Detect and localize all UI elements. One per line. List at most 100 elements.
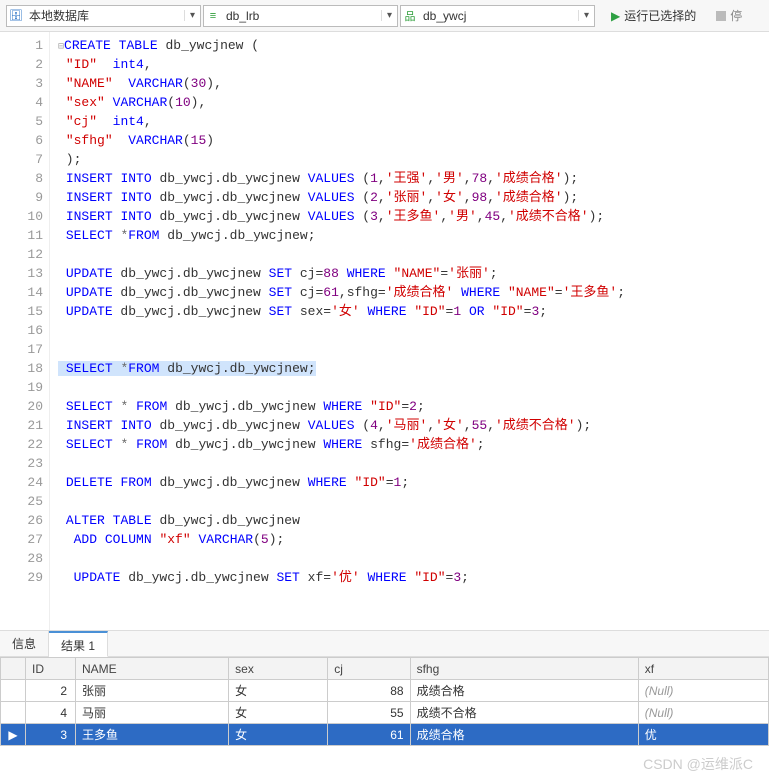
code-line[interactable]: UPDATE db_ywcj.db_ywcjnew SET cj=88 WHER… xyxy=(58,264,769,283)
line-number: 11 xyxy=(0,226,43,245)
line-number: 7 xyxy=(0,150,43,169)
cell[interactable]: 成绩合格 xyxy=(410,680,638,702)
code-line[interactable]: ); xyxy=(58,150,769,169)
cell[interactable]: 61 xyxy=(328,724,410,746)
tab-info[interactable]: 信息 xyxy=(0,631,49,656)
line-number: 17 xyxy=(0,340,43,359)
code-line[interactable] xyxy=(58,321,769,340)
line-number: 21 xyxy=(0,416,43,435)
code-line[interactable]: INSERT INTO db_ywcj.db_ywcjnew VALUES (3… xyxy=(58,207,769,226)
code-line[interactable]: SELECT *FROM db_ywcj.db_ywcjnew; xyxy=(58,359,769,378)
cell[interactable]: 优 xyxy=(638,724,768,746)
results-panel: IDNAMEsexcjsfhgxf 2张丽女88成绩合格(Null)4马丽女55… xyxy=(0,656,769,778)
combo-connection-label: 本地数据库 xyxy=(25,7,184,24)
code-line[interactable]: ALTER TABLE db_ywcj.db_ywcjnew xyxy=(58,511,769,530)
cell[interactable]: 88 xyxy=(328,680,410,702)
database-icon: 🗄 xyxy=(7,9,25,22)
line-gutter: 1234567891011121314151617181920212223242… xyxy=(0,32,50,630)
column-header[interactable]: ID xyxy=(26,658,76,680)
combo-database[interactable]: ≡ db_lrb ▾ xyxy=(203,5,398,27)
code-line[interactable] xyxy=(58,549,769,568)
code-line[interactable]: "sex" VARCHAR(10), xyxy=(58,93,769,112)
column-header[interactable]: cj xyxy=(328,658,410,680)
code-line[interactable] xyxy=(58,245,769,264)
line-number: 25 xyxy=(0,492,43,511)
code-line[interactable]: "ID" int4, xyxy=(58,55,769,74)
code-line[interactable] xyxy=(58,340,769,359)
combo-connection[interactable]: 🗄 本地数据库 ▾ xyxy=(6,5,201,27)
stop-button[interactable]: 停 xyxy=(710,5,748,27)
code-line[interactable]: "cj" int4, xyxy=(58,112,769,131)
line-number: 5 xyxy=(0,112,43,131)
results-table[interactable]: IDNAMEsexcjsfhgxf 2张丽女88成绩合格(Null)4马丽女55… xyxy=(0,657,769,746)
table-row[interactable]: 4马丽女55成绩不合格(Null) xyxy=(1,702,769,724)
code-line[interactable] xyxy=(58,378,769,397)
code-line[interactable]: SELECT * FROM db_ywcj.db_ywcjnew WHERE s… xyxy=(58,435,769,454)
column-header[interactable]: sex xyxy=(229,658,328,680)
cell[interactable]: 马丽 xyxy=(76,702,229,724)
run-selected-button[interactable]: ▶ 运行已选择的 xyxy=(603,5,704,27)
row-marker: ▶ xyxy=(1,724,26,746)
line-number: 9 xyxy=(0,188,43,207)
cell[interactable]: 成绩合格 xyxy=(410,724,638,746)
line-number: 8 xyxy=(0,169,43,188)
code-line[interactable]: INSERT INTO db_ywcj.db_ywcjnew VALUES (2… xyxy=(58,188,769,207)
code-line[interactable]: ⊟CREATE TABLE db_ywcjnew ( xyxy=(58,36,769,55)
code-line[interactable] xyxy=(58,454,769,473)
line-number: 29 xyxy=(0,568,43,587)
column-header[interactable]: NAME xyxy=(76,658,229,680)
chevron-down-icon: ▾ xyxy=(184,10,200,21)
cell[interactable]: 张丽 xyxy=(76,680,229,702)
table-row[interactable]: ▶3王多鱼女61成绩合格优 xyxy=(1,724,769,746)
cell[interactable]: 55 xyxy=(328,702,410,724)
line-number: 14 xyxy=(0,283,43,302)
column-header[interactable]: xf xyxy=(638,658,768,680)
code-line[interactable]: UPDATE db_ywcj.db_ywcjnew SET sex='女' WH… xyxy=(58,302,769,321)
line-number: 27 xyxy=(0,530,43,549)
run-label: 运行已选择的 xyxy=(624,7,696,24)
code-line[interactable]: "sfhg" VARCHAR(15) xyxy=(58,131,769,150)
line-number: 18 xyxy=(0,359,43,378)
code-line[interactable]: INSERT INTO db_ywcj.db_ywcjnew VALUES (1… xyxy=(58,169,769,188)
code-line[interactable]: UPDATE db_ywcj.db_ywcjnew SET xf='优' WHE… xyxy=(58,568,769,587)
cell[interactable]: (Null) xyxy=(638,680,768,702)
chevron-down-icon: ▾ xyxy=(381,10,397,21)
line-number: 19 xyxy=(0,378,43,397)
tab-result-1[interactable]: 结果 1 xyxy=(49,631,108,657)
cell[interactable]: 女 xyxy=(229,724,328,746)
code-line[interactable]: "NAME" VARCHAR(30), xyxy=(58,74,769,93)
line-number: 22 xyxy=(0,435,43,454)
cell[interactable]: 2 xyxy=(26,680,76,702)
code-line[interactable]: SELECT * FROM db_ywcj.db_ywcjnew WHERE "… xyxy=(58,397,769,416)
code-line[interactable]: SELECT *FROM db_ywcj.db_ywcjnew; xyxy=(58,226,769,245)
line-number: 3 xyxy=(0,74,43,93)
toolbar: 🗄 本地数据库 ▾ ≡ db_lrb ▾ 品 db_ywcj ▾ ▶ 运行已选择… xyxy=(0,0,769,32)
cell[interactable]: 王多鱼 xyxy=(76,724,229,746)
line-number: 12 xyxy=(0,245,43,264)
combo-schema-label: db_ywcj xyxy=(419,9,578,23)
code-line[interactable]: DELETE FROM db_ywcj.db_ywcjnew WHERE "ID… xyxy=(58,473,769,492)
column-header[interactable]: sfhg xyxy=(410,658,638,680)
cell[interactable]: 女 xyxy=(229,680,328,702)
code-line[interactable] xyxy=(58,492,769,511)
sql-editor[interactable]: 1234567891011121314151617181920212223242… xyxy=(0,32,769,630)
cell[interactable]: 3 xyxy=(26,724,76,746)
combo-schema[interactable]: 品 db_ywcj ▾ xyxy=(400,5,595,27)
code-line[interactable]: UPDATE db_ywcj.db_ywcjnew SET cj=61,sfhg… xyxy=(58,283,769,302)
code-line[interactable]: ADD COLUMN "xf" VARCHAR(5); xyxy=(58,530,769,549)
hierarchy-icon: 品 xyxy=(401,8,419,24)
cell[interactable]: (Null) xyxy=(638,702,768,724)
cell[interactable]: 4 xyxy=(26,702,76,724)
stop-label: 停 xyxy=(730,7,742,24)
row-marker xyxy=(1,680,26,702)
table-row[interactable]: 2张丽女88成绩合格(Null) xyxy=(1,680,769,702)
line-number: 1 xyxy=(0,36,43,55)
result-tabs: 信息 结果 1 xyxy=(0,630,769,656)
cell[interactable]: 成绩不合格 xyxy=(410,702,638,724)
line-number: 15 xyxy=(0,302,43,321)
combo-database-label: db_lrb xyxy=(222,9,381,23)
line-number: 16 xyxy=(0,321,43,340)
code-area[interactable]: ⊟CREATE TABLE db_ywcjnew ( "ID" int4, "N… xyxy=(50,32,769,630)
cell[interactable]: 女 xyxy=(229,702,328,724)
code-line[interactable]: INSERT INTO db_ywcj.db_ywcjnew VALUES (4… xyxy=(58,416,769,435)
